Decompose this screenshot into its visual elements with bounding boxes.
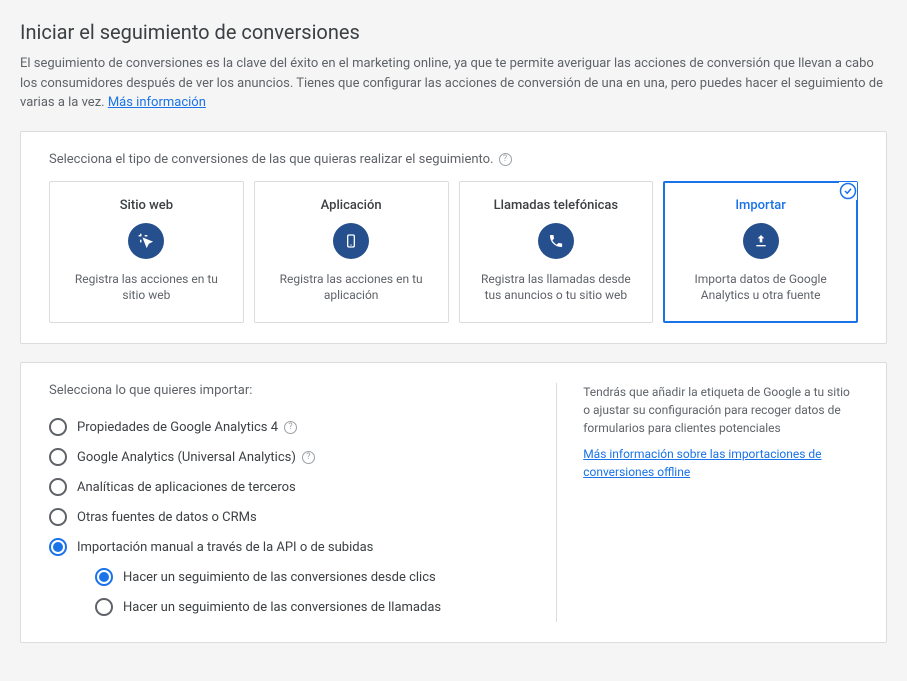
- radio-icon: [49, 538, 67, 556]
- card-app[interactable]: Aplicación Registra las acciones en tu a…: [254, 181, 449, 324]
- conversion-type-panel: Selecciona el tipo de conversiones de la…: [20, 131, 887, 345]
- radio-icon: [95, 598, 113, 616]
- card-title: Sitio web: [62, 198, 231, 213]
- radio-manual-import[interactable]: Importación manual a través de la API o …: [49, 532, 516, 562]
- radio-icon: [49, 508, 67, 526]
- import-label-text: Selecciona lo que quieres importar:: [49, 383, 252, 398]
- radio-label: Hacer un seguimiento de las conversiones…: [123, 570, 436, 585]
- radio-label: Analíticas de aplicaciones de terceros: [77, 480, 296, 495]
- radio-track-clicks[interactable]: Hacer un seguimiento de las conversiones…: [95, 562, 516, 592]
- card-desc: Registra las llamadas desde tus anuncios…: [472, 271, 641, 305]
- radio-ga4[interactable]: Propiedades de Google Analytics 4 ?: [49, 412, 516, 442]
- upload-icon: [743, 223, 779, 259]
- radio-icon: [95, 568, 113, 586]
- radio-icon: [49, 478, 67, 496]
- type-section-label: Selecciona el tipo de conversiones de la…: [49, 152, 858, 167]
- radio-label: Importación manual a través de la API o …: [77, 540, 373, 555]
- help-icon[interactable]: ?: [302, 451, 315, 464]
- radio-universal-analytics[interactable]: Google Analytics (Universal Analytics) ?: [49, 442, 516, 472]
- offline-conversions-link[interactable]: Más información sobre las importaciones …: [583, 445, 858, 481]
- radio-third-party-apps[interactable]: Analíticas de aplicaciones de terceros: [49, 472, 516, 502]
- import-panel: Selecciona lo que quieres importar: Prop…: [20, 362, 887, 643]
- type-label-text: Selecciona el tipo de conversiones de la…: [49, 152, 494, 167]
- card-desc: Importa datos de Google Analytics u otra…: [676, 271, 845, 305]
- page-description: El seguimiento de conversiones es la cla…: [20, 54, 887, 113]
- card-import[interactable]: Importar Importa datos de Google Analyti…: [663, 181, 858, 324]
- radio-label: Google Analytics (Universal Analytics) ?: [77, 450, 315, 465]
- radio-track-calls[interactable]: Hacer un seguimiento de las conversiones…: [95, 592, 516, 622]
- import-options: Selecciona lo que quieres importar: Prop…: [49, 383, 516, 622]
- card-phone-calls[interactable]: Llamadas telefónicas Registra las llamad…: [459, 181, 654, 324]
- radio-icon: [49, 448, 67, 466]
- card-title: Llamadas telefónicas: [472, 198, 641, 213]
- import-info-sidebar: Tendrás que añadir la etiqueta de Google…: [556, 383, 858, 622]
- info-text: Tendrás que añadir la etiqueta de Google…: [583, 383, 858, 437]
- mobile-icon: [333, 223, 369, 259]
- card-title: Importar: [676, 198, 845, 213]
- cursor-click-icon: [128, 223, 164, 259]
- radio-icon: [49, 418, 67, 436]
- radio-label: Otras fuentes de datos o CRMs: [77, 510, 257, 525]
- radio-label: Hacer un seguimiento de las conversiones…: [123, 600, 441, 615]
- radio-label: Propiedades de Google Analytics 4 ?: [77, 420, 297, 435]
- card-row: Sitio web Registra las acciones en tu si…: [49, 181, 858, 324]
- card-desc: Registra las acciones en tu aplicación: [267, 271, 436, 305]
- help-icon[interactable]: ?: [499, 153, 512, 166]
- radio-list: Propiedades de Google Analytics 4 ? Goog…: [49, 412, 516, 622]
- page-title: Iniciar el seguimiento de conversiones: [20, 20, 887, 44]
- help-icon[interactable]: ?: [284, 421, 297, 434]
- check-circle-icon: [839, 182, 857, 200]
- phone-icon: [538, 223, 574, 259]
- radio-other-sources[interactable]: Otras fuentes de datos o CRMs: [49, 502, 516, 532]
- card-website[interactable]: Sitio web Registra las acciones en tu si…: [49, 181, 244, 324]
- more-info-link[interactable]: Más información: [108, 95, 206, 110]
- card-desc: Registra las acciones en tu sitio web: [62, 271, 231, 305]
- card-title: Aplicación: [267, 198, 436, 213]
- import-section-label: Selecciona lo que quieres importar:: [49, 383, 516, 398]
